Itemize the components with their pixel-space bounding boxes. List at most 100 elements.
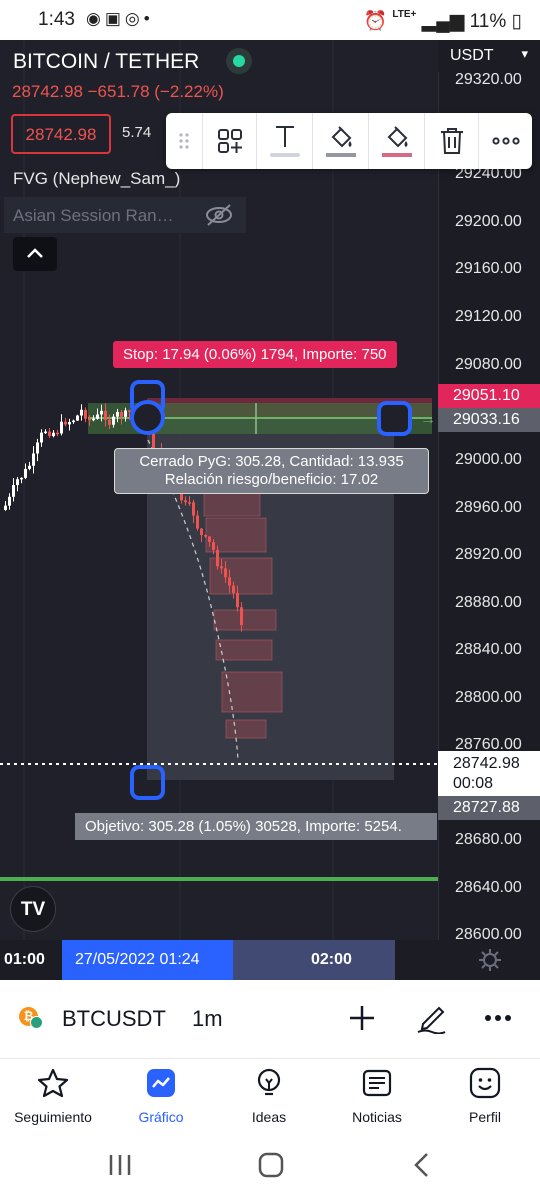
nav-profile[interactable]: Perfil: [432, 1067, 538, 1125]
template-add-icon[interactable]: [202, 113, 256, 169]
candle-countdown: 00:08: [453, 775, 494, 792]
more-menu-icon[interactable]: [478, 998, 518, 1038]
home-icon[interactable]: [258, 1152, 284, 1185]
candle-body: [84, 410, 87, 419]
candle-body: [204, 535, 207, 537]
gear-icon[interactable]: [478, 948, 502, 978]
line-color-icon[interactable]: [368, 113, 424, 169]
candle-body: [68, 422, 71, 425]
text-icon[interactable]: [256, 113, 312, 169]
nav-chart[interactable]: Gráfico: [108, 1067, 214, 1125]
price-change: 28742.98 −651.78 (−2.22%): [12, 82, 224, 101]
delete-icon[interactable]: [424, 113, 478, 169]
price-tick: 29080.00: [455, 356, 522, 373]
time-tick: 01:00: [4, 951, 45, 968]
stop-label: Stop: 17.94 (0.06%) 1794, Importe: 750: [113, 341, 397, 368]
candle-body: [100, 410, 103, 415]
chart-area[interactable]: → 29320.00 29240.00 29200.00 29160.00 29…: [0, 40, 540, 980]
candle-body: [216, 549, 219, 567]
price-tick: 28920.00: [455, 546, 522, 563]
price-tick: 29320.00: [455, 71, 522, 88]
candle-body: [20, 477, 23, 480]
candle-body: [4, 505, 7, 510]
candle-body: [188, 502, 191, 504]
candle-body: [96, 414, 99, 419]
add-icon[interactable]: [342, 998, 382, 1038]
back-icon[interactable]: [412, 1152, 430, 1185]
eye-hidden-icon[interactable]: [204, 203, 234, 233]
time-tick: 02:00: [311, 951, 352, 968]
candle-body: [228, 577, 231, 586]
notification-icons: ◉▣◎•: [86, 9, 154, 28]
indicator-asian-label: Asian Session Ran…: [13, 206, 174, 225]
nav-label: Noticias: [352, 1109, 402, 1125]
candle-body: [212, 541, 215, 550]
chevron-down-icon: ▾: [521, 46, 528, 61]
symbol-name[interactable]: BTCUSDT: [62, 1006, 166, 1032]
currency-selector[interactable]: USDT ▾: [438, 40, 540, 72]
candle-body: [24, 468, 27, 478]
width-handle[interactable]: [377, 401, 412, 436]
candle-body: [108, 419, 111, 425]
candle-body: [56, 432, 59, 435]
tradingview-logo[interactable]: TV: [10, 886, 56, 932]
drag-handle-icon[interactable]: [166, 113, 202, 169]
price-tick: 29200.00: [455, 213, 522, 230]
pair-title[interactable]: BITCOIN / TETHER: [13, 50, 199, 74]
tether-icon: [30, 1016, 43, 1029]
time-selected: 27/05/2022 01:24: [62, 940, 233, 980]
star-icon: [37, 1068, 69, 1098]
candle-body: [104, 410, 107, 420]
price-tick: 28960.00: [455, 499, 522, 516]
news-icon: [362, 1069, 392, 1097]
battery-icon: ▯: [511, 11, 522, 32]
indicator-fvg[interactable]: FVG (Nephew_Sam_): [13, 169, 180, 189]
fill-color-icon[interactable]: [312, 113, 368, 169]
candle-body: [88, 418, 91, 421]
nav-news[interactable]: Noticias: [324, 1067, 430, 1125]
candle-body: [12, 485, 15, 497]
candle-body: [44, 431, 47, 434]
nav-ideas[interactable]: Ideas: [216, 1067, 322, 1125]
candle-body: [92, 418, 95, 421]
candle-body: [192, 502, 195, 516]
candle-body: [48, 431, 51, 437]
price-tick: 28840.00: [455, 641, 522, 658]
nav-watchlist[interactable]: Seguimiento: [0, 1067, 106, 1125]
candle-body: [40, 432, 43, 443]
sell-button[interactable]: 28742.98: [11, 114, 111, 154]
candle-body: [184, 500, 187, 503]
candle-body: [224, 568, 227, 578]
last-price-tag: 28742.98 00:08: [438, 751, 540, 797]
price-tick: 28880.00: [455, 594, 522, 611]
entry-handle[interactable]: [130, 400, 165, 435]
timeframe-selector[interactable]: 1m: [192, 1006, 223, 1032]
recents-icon[interactable]: [108, 1152, 132, 1184]
last-price-value: 28742.98: [453, 755, 520, 772]
candle-body: [236, 593, 239, 608]
target-handle[interactable]: [130, 765, 165, 800]
price-tick: 28640.00: [455, 879, 522, 896]
market-open-icon: [226, 48, 252, 74]
nav-label: Gráfico: [138, 1109, 184, 1125]
time-axis[interactable]: 01:00 27/05/2022 01:24 02:00: [0, 940, 540, 980]
candle-body: [76, 415, 79, 421]
status-right: ⏰ LTE+ ▂▄▆ 11% ▯: [363, 9, 522, 33]
candle-body: [220, 566, 223, 569]
draw-icon[interactable]: [411, 998, 451, 1038]
candle-body: [32, 453, 35, 466]
target-label: Objetivo: 305.28 (1.05%) 30528, Importe:…: [75, 813, 437, 840]
chart-icon: [147, 1069, 175, 1097]
candle-body: [64, 421, 67, 425]
more-icon[interactable]: [478, 113, 532, 169]
candle-body: [72, 420, 75, 423]
signal-icon: ▂▄▆: [421, 11, 465, 32]
pnl-summary: Cerrado PyG: 305.28, Cantidad: 13.935 Re…: [114, 448, 429, 494]
collapse-legend-button[interactable]: [13, 237, 57, 271]
smiley-icon: [469, 1067, 501, 1099]
candle-body: [232, 585, 235, 594]
candle-body: [80, 409, 83, 416]
system-nav: [0, 1138, 540, 1200]
status-bar: 1:43 ◉▣◎• ⏰ LTE+ ▂▄▆ 11% ▯: [0, 0, 540, 40]
indicator-asian-session[interactable]: Asian Session Ran…: [4, 197, 246, 233]
